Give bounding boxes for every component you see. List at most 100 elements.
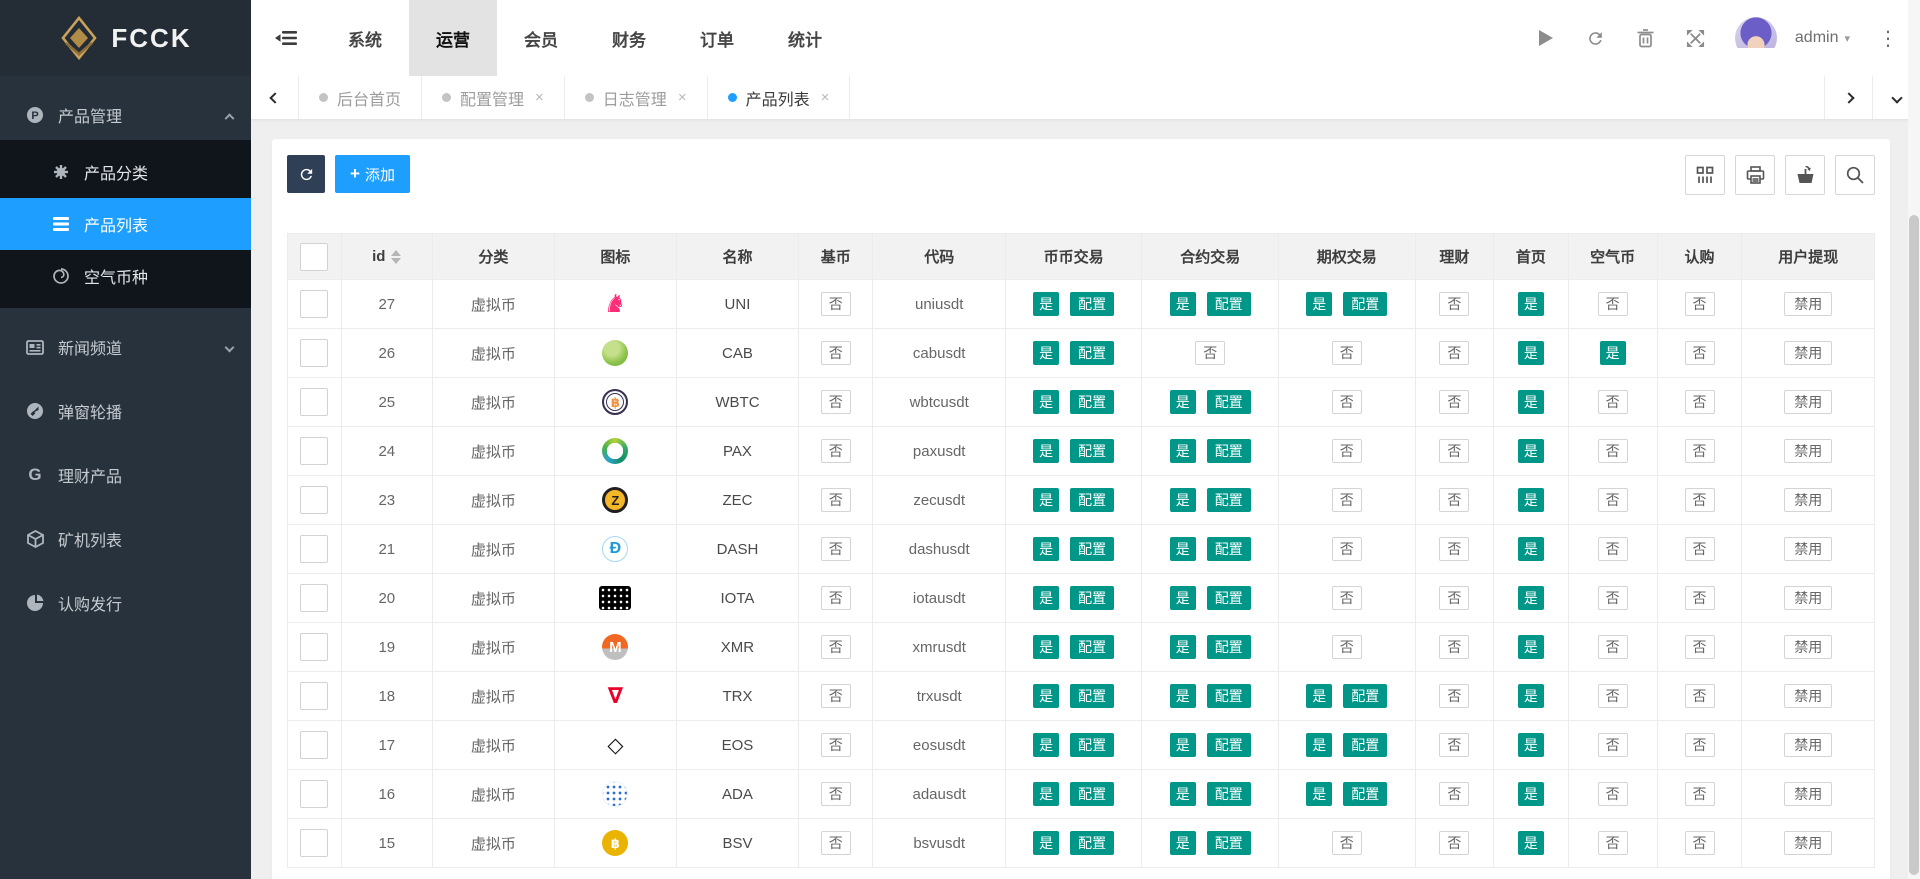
- toggle-no-badge[interactable]: 否: [821, 782, 851, 806]
- toggle-yes-badge[interactable]: 是: [1518, 733, 1544, 757]
- sidebar-item-news-channel[interactable]: 新闻频道: [0, 322, 251, 372]
- config-button[interactable]: 配置: [1070, 537, 1114, 561]
- withdraw-disabled-badge[interactable]: 禁用: [1784, 537, 1832, 561]
- toggle-no-badge[interactable]: 否: [1439, 341, 1469, 365]
- toggle-no-badge[interactable]: 否: [1685, 390, 1715, 414]
- topnav-item[interactable]: 统计: [761, 0, 849, 76]
- withdraw-disabled-badge[interactable]: 禁用: [1784, 488, 1832, 512]
- sidebar-item-product-management[interactable]: P 产品管理: [0, 90, 251, 140]
- toggle-no-badge[interactable]: 否: [1439, 684, 1469, 708]
- row-checkbox[interactable]: [300, 388, 328, 416]
- config-button[interactable]: 配置: [1207, 831, 1251, 855]
- toggle-no-badge[interactable]: 否: [821, 831, 851, 855]
- config-button[interactable]: 配置: [1343, 292, 1387, 316]
- toggle-yes-badge[interactable]: 是: [1518, 488, 1544, 512]
- close-icon[interactable]: ×: [821, 89, 830, 106]
- close-icon[interactable]: ×: [678, 89, 687, 106]
- toggle-no-badge[interactable]: 否: [1439, 537, 1469, 561]
- toggle-yes-badge[interactable]: 是: [1518, 537, 1544, 561]
- toggle-no-badge[interactable]: 否: [1439, 733, 1469, 757]
- toggle-no-badge[interactable]: 否: [1439, 488, 1469, 512]
- row-checkbox[interactable]: [300, 731, 328, 759]
- toggle-yes-badge[interactable]: 是: [1518, 586, 1544, 610]
- toggle-yes-badge[interactable]: 是: [1033, 439, 1059, 463]
- config-button[interactable]: 配置: [1207, 292, 1251, 316]
- toggle-no-badge[interactable]: 否: [1598, 488, 1628, 512]
- tab-item[interactable]: 产品列表×: [708, 76, 851, 119]
- user-menu[interactable]: admin ▾: [1795, 29, 1850, 47]
- config-button[interactable]: 配置: [1207, 537, 1251, 561]
- refresh-table-button[interactable]: [287, 155, 325, 193]
- toggle-yes-badge[interactable]: 是: [1170, 537, 1196, 561]
- config-button[interactable]: 配置: [1207, 684, 1251, 708]
- tab-item[interactable]: 日志管理×: [565, 76, 708, 119]
- toggle-yes-badge[interactable]: 是: [1033, 390, 1059, 414]
- toggle-yes-badge[interactable]: 是: [1518, 831, 1544, 855]
- toggle-yes-badge[interactable]: 是: [1170, 635, 1196, 659]
- row-checkbox[interactable]: [300, 584, 328, 612]
- toggle-yes-badge[interactable]: 是: [1170, 390, 1196, 414]
- withdraw-disabled-badge[interactable]: 禁用: [1784, 439, 1832, 463]
- toggle-yes-badge[interactable]: 是: [1033, 537, 1059, 561]
- columns-filter-button[interactable]: [1685, 155, 1725, 195]
- toggle-no-badge[interactable]: 否: [821, 292, 851, 316]
- config-button[interactable]: 配置: [1070, 733, 1114, 757]
- toggle-no-badge[interactable]: 否: [1685, 586, 1715, 610]
- toggle-yes-badge[interactable]: 是: [1170, 488, 1196, 512]
- toggle-yes-badge[interactable]: 是: [1170, 733, 1196, 757]
- config-button[interactable]: 配置: [1070, 831, 1114, 855]
- row-checkbox[interactable]: [300, 780, 328, 808]
- toggle-no-badge[interactable]: 否: [821, 390, 851, 414]
- toggle-yes-badge[interactable]: 是: [1306, 733, 1332, 757]
- withdraw-disabled-badge[interactable]: 禁用: [1784, 341, 1832, 365]
- toggle-no-badge[interactable]: 否: [821, 586, 851, 610]
- toggle-no-badge[interactable]: 否: [821, 488, 851, 512]
- close-icon[interactable]: ×: [535, 89, 544, 106]
- sidebar-item-subscription-issue[interactable]: 认购发行: [0, 578, 251, 628]
- toggle-yes-badge[interactable]: 是: [1306, 782, 1332, 806]
- toggle-yes-badge[interactable]: 是: [1306, 292, 1332, 316]
- tab-item[interactable]: 后台首页: [299, 76, 422, 119]
- toggle-yes-badge[interactable]: 是: [1033, 782, 1059, 806]
- config-button[interactable]: 配置: [1207, 488, 1251, 512]
- toggle-yes-badge[interactable]: 是: [1518, 635, 1544, 659]
- topnav-item[interactable]: 财务: [585, 0, 673, 76]
- toggle-yes-badge[interactable]: 是: [1170, 439, 1196, 463]
- withdraw-disabled-badge[interactable]: 禁用: [1784, 292, 1832, 316]
- fullscreen-icon[interactable]: [1685, 27, 1707, 49]
- toggle-no-badge[interactable]: 否: [1332, 439, 1362, 463]
- toggle-yes-badge[interactable]: 是: [1170, 586, 1196, 610]
- toggle-no-badge[interactable]: 否: [1598, 733, 1628, 757]
- refresh-icon[interactable]: [1585, 27, 1607, 49]
- trash-icon[interactable]: [1635, 27, 1657, 49]
- row-checkbox[interactable]: [300, 486, 328, 514]
- toggle-yes-badge[interactable]: 是: [1518, 390, 1544, 414]
- row-checkbox[interactable]: [300, 633, 328, 661]
- config-button[interactable]: 配置: [1207, 586, 1251, 610]
- toggle-no-badge[interactable]: 否: [1685, 733, 1715, 757]
- toggle-yes-badge[interactable]: 是: [1033, 292, 1059, 316]
- topnav-item[interactable]: 会员: [497, 0, 585, 76]
- toggle-yes-badge[interactable]: 是: [1033, 831, 1059, 855]
- withdraw-disabled-badge[interactable]: 禁用: [1784, 684, 1832, 708]
- search-button[interactable]: [1835, 155, 1875, 195]
- toggle-no-badge[interactable]: 否: [1439, 292, 1469, 316]
- config-button[interactable]: 配置: [1070, 292, 1114, 316]
- config-button[interactable]: 配置: [1343, 782, 1387, 806]
- topnav-item[interactable]: 订单: [673, 0, 761, 76]
- tabs-scroll-left-button[interactable]: [251, 76, 299, 119]
- toggle-no-badge[interactable]: 否: [821, 537, 851, 561]
- topnav-item[interactable]: 系统: [321, 0, 409, 76]
- config-button[interactable]: 配置: [1070, 586, 1114, 610]
- config-button[interactable]: 配置: [1070, 390, 1114, 414]
- tabs-scroll-right-button[interactable]: [1824, 76, 1872, 119]
- toggle-yes-badge[interactable]: 是: [1033, 635, 1059, 659]
- config-button[interactable]: 配置: [1207, 733, 1251, 757]
- toggle-no-badge[interactable]: 否: [1598, 390, 1628, 414]
- config-button[interactable]: 配置: [1207, 439, 1251, 463]
- config-button[interactable]: 配置: [1343, 733, 1387, 757]
- select-all-checkbox[interactable]: [300, 243, 328, 271]
- page-scrollbar[interactable]: [1908, 0, 1920, 879]
- toggle-no-badge[interactable]: 否: [1598, 684, 1628, 708]
- sidebar-item-air-coins[interactable]: 空气币种: [0, 250, 251, 302]
